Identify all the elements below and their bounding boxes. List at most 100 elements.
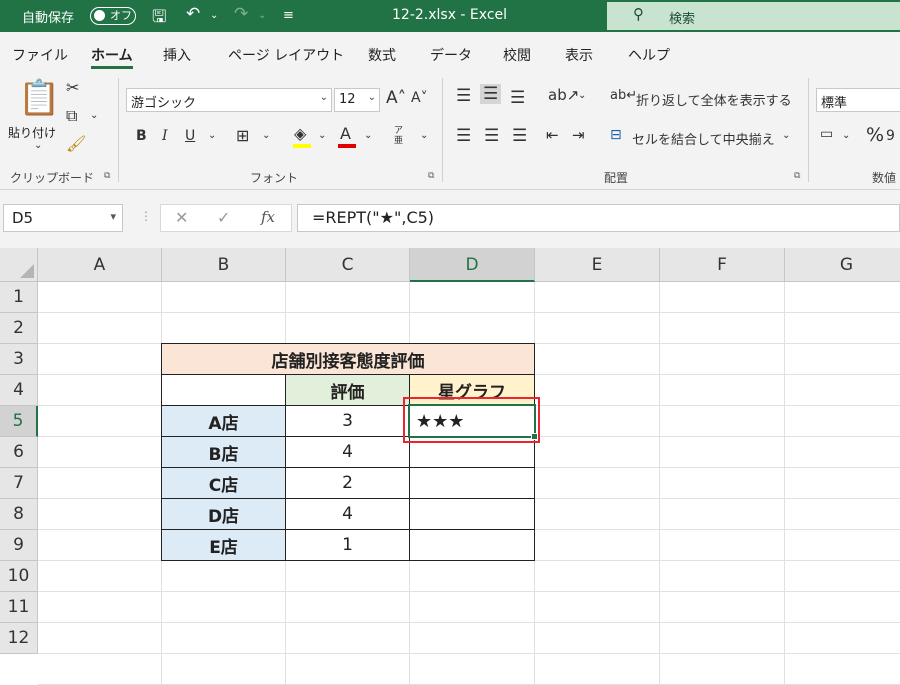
table-header-empty[interactable]	[161, 374, 286, 406]
grid-cell[interactable]	[410, 654, 535, 685]
increase-font-icon[interactable]: A˄	[386, 88, 406, 108]
cancel-icon[interactable]: ✕	[175, 208, 188, 227]
column-header-d[interactable]: D	[410, 248, 535, 282]
tab-view[interactable]: 表示	[565, 45, 593, 65]
font-color-dropdown-icon[interactable]: ⌄	[364, 130, 372, 141]
grid-cell[interactable]	[38, 468, 162, 499]
grid-cell[interactable]	[660, 282, 785, 313]
grid-cell[interactable]	[660, 592, 785, 623]
table-row-graph[interactable]	[409, 467, 535, 499]
italic-button[interactable]: I	[162, 128, 168, 144]
grid-cell[interactable]	[162, 592, 286, 623]
tab-page-layout[interactable]: ページ レイアウト	[228, 45, 344, 65]
more-options-icon[interactable]: ⋮	[140, 209, 152, 223]
grid-cell[interactable]	[660, 437, 785, 468]
font-launcher-icon[interactable]: ⧉	[428, 171, 434, 181]
grid-cell[interactable]	[785, 344, 900, 375]
grid-cell[interactable]	[785, 654, 900, 685]
grid-cell[interactable]	[660, 406, 785, 437]
table-title[interactable]: 店舗別接客態度評価	[161, 343, 535, 375]
row-header-8[interactable]: 8	[0, 499, 38, 530]
column-header-b[interactable]: B	[162, 248, 286, 282]
align-middle-icon[interactable]: ☰	[480, 84, 502, 104]
decrease-indent-icon[interactable]: ⇤	[546, 126, 559, 144]
column-header-f[interactable]: F	[660, 248, 785, 282]
grid-cell[interactable]	[535, 313, 660, 344]
clipboard-launcher-icon[interactable]: ⧉	[104, 171, 110, 181]
grid-cell[interactable]	[410, 623, 535, 654]
bold-button[interactable]: B	[136, 128, 147, 144]
undo-icon[interactable]: ↶	[186, 4, 200, 24]
row-header-7[interactable]: 7	[0, 468, 38, 499]
redo-dropdown-icon[interactable]: ⌄	[258, 10, 266, 21]
grid-cell[interactable]	[38, 561, 162, 592]
font-name-combo[interactable]: 游ゴシック ⌄	[126, 88, 332, 112]
row-header-4[interactable]: 4	[0, 375, 38, 406]
row-header-10[interactable]: 10	[0, 561, 38, 592]
row-header-1[interactable]: 1	[0, 282, 38, 313]
grid-cell[interactable]	[785, 499, 900, 530]
grid-cell[interactable]	[535, 282, 660, 313]
formula-input[interactable]: =REPT("★",C5)	[297, 204, 900, 232]
font-size-combo[interactable]: 12 ⌄	[334, 88, 380, 112]
grid-cell[interactable]	[162, 561, 286, 592]
orientation-dropdown-icon[interactable]: ⌄	[578, 90, 586, 101]
grid-cell[interactable]	[535, 561, 660, 592]
grid-cell[interactable]	[785, 561, 900, 592]
copy-icon[interactable]: ⧉	[66, 106, 77, 126]
grid-cell[interactable]	[535, 468, 660, 499]
grid-cell[interactable]	[660, 468, 785, 499]
grid-cell[interactable]	[38, 499, 162, 530]
increase-indent-icon[interactable]: ⇥	[572, 126, 585, 144]
table-row-store[interactable]: D店	[161, 498, 286, 530]
redo-icon[interactable]: ↷	[234, 4, 248, 24]
decrease-font-icon[interactable]: A˅	[411, 90, 428, 106]
accounting-dropdown-icon[interactable]: ⌄	[842, 130, 850, 141]
grid-cell[interactable]	[660, 313, 785, 344]
table-row-graph[interactable]	[409, 529, 535, 561]
row-header-3[interactable]: 3	[0, 344, 38, 375]
grid-cell[interactable]	[660, 623, 785, 654]
align-top-icon[interactable]: ☰	[456, 86, 471, 106]
fill-color-dropdown-icon[interactable]: ⌄	[318, 130, 326, 141]
column-header-a[interactable]: A	[38, 248, 162, 282]
accounting-format-icon[interactable]: ▭	[820, 126, 833, 142]
grid-cell[interactable]	[660, 530, 785, 561]
grid-cell[interactable]	[785, 437, 900, 468]
grid-cell[interactable]	[785, 406, 900, 437]
format-painter-icon[interactable]: 🖌	[66, 134, 86, 153]
save-icon[interactable]: 🖫	[152, 4, 166, 33]
table-row-rating[interactable]: 4	[285, 498, 410, 530]
merge-dropdown-icon[interactable]: ⌄	[782, 130, 790, 141]
align-left-icon[interactable]: ☰	[456, 126, 471, 146]
table-row-store[interactable]: E店	[161, 529, 286, 561]
grid-cell[interactable]	[535, 623, 660, 654]
row-header-11[interactable]: 11	[0, 592, 38, 623]
grid-cell[interactable]	[286, 654, 410, 685]
paste-dropdown-icon[interactable]: ⌄	[34, 140, 42, 151]
wrap-text-button[interactable]: 折り返して全体を表示する	[636, 90, 792, 109]
borders-dropdown-icon[interactable]: ⌄	[262, 130, 270, 141]
grid-cell[interactable]	[38, 344, 162, 375]
column-header-c[interactable]: C	[286, 248, 410, 282]
merge-center-button[interactable]: セルを結合して中央揃え	[632, 129, 775, 148]
tab-formulas[interactable]: 数式	[368, 45, 396, 65]
grid-cell[interactable]	[286, 623, 410, 654]
grid-cell[interactable]	[660, 375, 785, 406]
grid-cell[interactable]	[162, 654, 286, 685]
name-box[interactable]: D5 ▾	[3, 204, 123, 232]
grid-cell[interactable]	[535, 499, 660, 530]
grid-cell[interactable]	[38, 406, 162, 437]
grid-cell[interactable]	[410, 592, 535, 623]
enter-icon[interactable]: ✓	[217, 208, 230, 227]
tab-file[interactable]: ファイル	[12, 45, 68, 65]
grid-cell[interactable]	[785, 623, 900, 654]
phonetic-dropdown-icon[interactable]: ⌄	[420, 130, 428, 141]
grid-cell[interactable]	[410, 313, 535, 344]
tab-review[interactable]: 校閲	[503, 45, 531, 65]
paste-icon[interactable]: 📋	[18, 78, 60, 118]
grid-cell[interactable]	[410, 561, 535, 592]
row-header-2[interactable]: 2	[0, 313, 38, 344]
grid-cell[interactable]	[535, 375, 660, 406]
align-center-icon[interactable]: ☰	[484, 126, 499, 146]
